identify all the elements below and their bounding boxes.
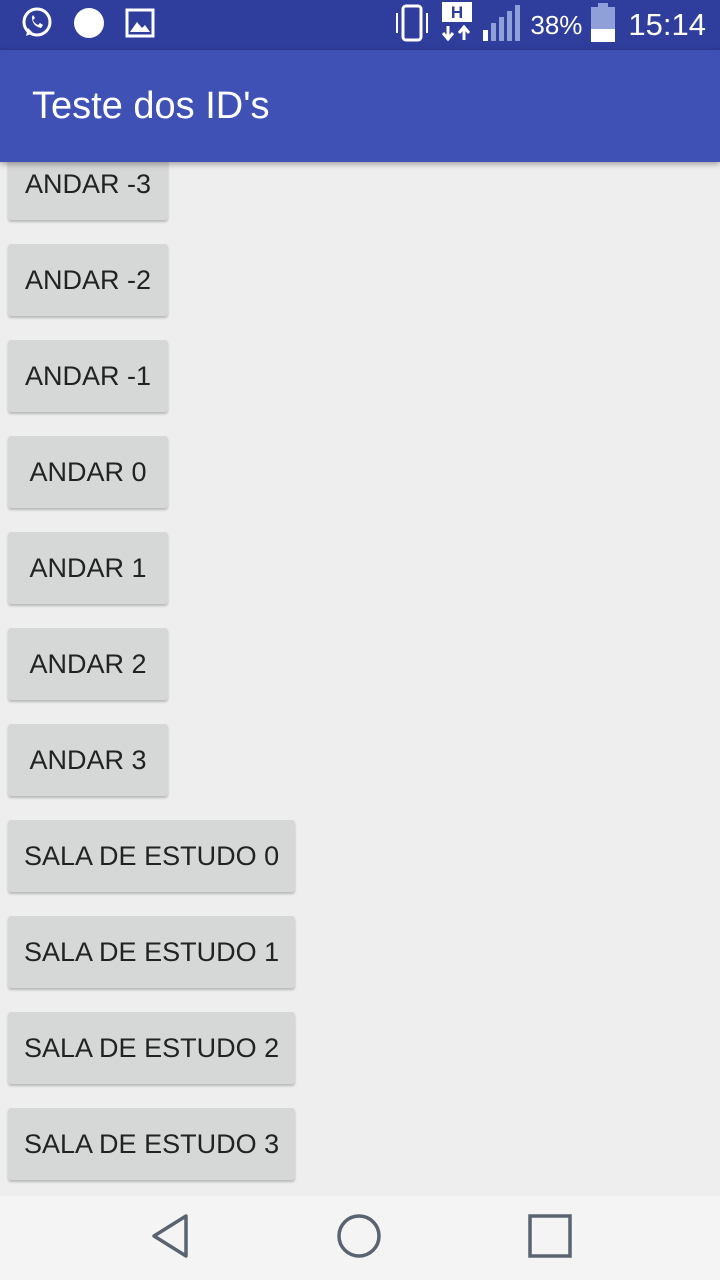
andar-minus-2-button[interactable]: ANDAR -2 xyxy=(8,244,168,316)
navigation-bar xyxy=(0,1196,720,1280)
sala-de-estudo-0-button[interactable]: SALA DE ESTUDO 0 xyxy=(8,820,296,892)
status-bar-system: H 38% 15:14 xyxy=(392,0,706,50)
home-icon xyxy=(335,1212,383,1265)
back-icon xyxy=(147,1212,193,1265)
button-list-container[interactable]: ANDAR -3 ANDAR -2 ANDAR -1 ANDAR 0 ANDAR… xyxy=(0,162,720,1196)
gallery-icon xyxy=(124,7,156,44)
battery-icon xyxy=(590,2,616,48)
andar-3-button[interactable]: ANDAR 3 xyxy=(8,724,168,796)
page-title: Teste dos ID's xyxy=(32,85,270,127)
andar-1-button[interactable]: ANDAR 1 xyxy=(8,532,168,604)
battery-percent: 38% xyxy=(530,9,583,40)
vibrate-icon xyxy=(392,3,432,48)
status-bar: H 38% 15:14 xyxy=(0,0,720,50)
status-bar-notifications xyxy=(20,0,156,50)
button-list: ANDAR -3 ANDAR -2 ANDAR -1 ANDAR 0 ANDAR… xyxy=(8,162,296,1180)
network-h-icon: H xyxy=(440,1,474,49)
app-bar: Teste dos ID's xyxy=(0,50,720,162)
sala-de-estudo-3-button[interactable]: SALA DE ESTUDO 3 xyxy=(8,1108,296,1180)
sala-de-estudo-2-button[interactable]: SALA DE ESTUDO 2 xyxy=(8,1012,296,1084)
clock: 15:14 xyxy=(628,7,706,42)
whatsapp-icon xyxy=(20,6,54,45)
andar-2-button[interactable]: ANDAR 2 xyxy=(8,628,168,700)
andar-0-button[interactable]: ANDAR 0 xyxy=(8,436,168,508)
signal-icon xyxy=(482,4,522,47)
home-button[interactable] xyxy=(309,1196,409,1280)
back-button[interactable] xyxy=(120,1196,220,1280)
sala-de-estudo-1-button[interactable]: SALA DE ESTUDO 1 xyxy=(8,916,296,988)
andar-minus-1-button[interactable]: ANDAR -1 xyxy=(8,340,168,412)
andar-minus-3-button[interactable]: ANDAR -3 xyxy=(8,162,168,220)
svg-text:H: H xyxy=(451,3,463,22)
recents-button[interactable] xyxy=(500,1196,600,1280)
notification-dot-icon xyxy=(72,6,106,45)
recents-icon xyxy=(527,1213,573,1264)
